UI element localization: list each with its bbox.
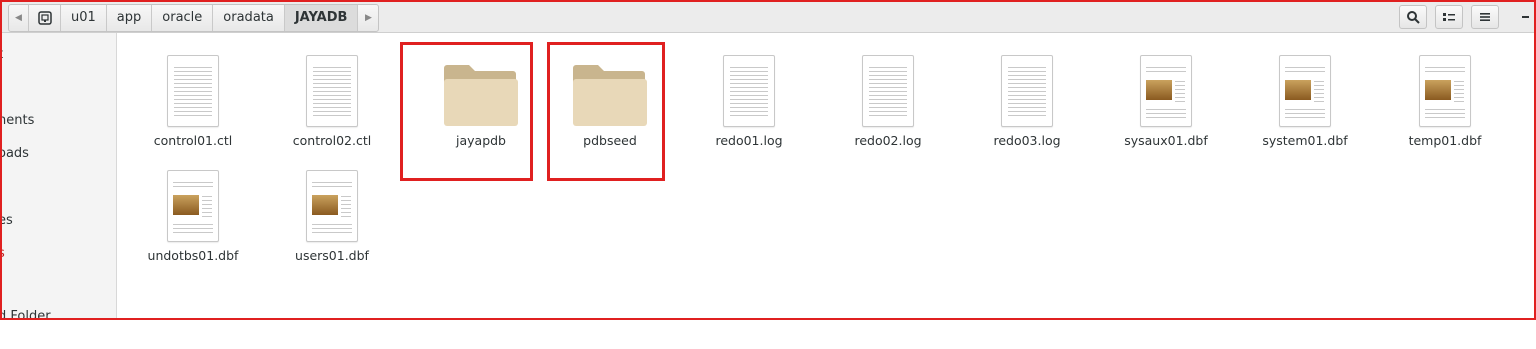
file-name: undotbs01.dbf xyxy=(147,248,239,263)
text-document-icon xyxy=(862,55,914,127)
file-name: redo01.log xyxy=(715,133,783,148)
file-item[interactable]: redo01.log xyxy=(679,43,819,148)
file-name: users01.dbf xyxy=(295,248,369,263)
breadcrumb-jayadb[interactable]: JAYADB xyxy=(284,5,359,31)
sidebar-item-trash[interactable]: s xyxy=(2,246,5,261)
folder-item[interactable]: pdbseed xyxy=(540,43,680,148)
search-icon xyxy=(1407,11,1420,24)
folder-name: pdbseed xyxy=(583,133,637,148)
left-arrow-icon[interactable]: ◀ xyxy=(9,5,29,31)
breadcrumb-oracle[interactable]: oracle xyxy=(152,5,214,31)
file-item[interactable]: undotbs01.dbf xyxy=(123,158,263,263)
text-document-icon xyxy=(306,55,358,127)
sidebar-item-documents[interactable]: nents xyxy=(2,113,34,128)
file-item[interactable]: control01.ctl xyxy=(123,43,263,148)
file-item[interactable]: control02.ctl xyxy=(262,43,402,148)
image-document-icon xyxy=(1279,55,1331,127)
header-bar: ◀ u01 app oracle oradata JAYADB ▶ xyxy=(2,2,1534,33)
file-name: sysaux01.dbf xyxy=(1124,133,1208,148)
image-document-icon xyxy=(1140,55,1192,127)
view-options-button[interactable] xyxy=(1435,5,1463,29)
file-name: control02.ctl xyxy=(292,133,372,148)
sidebar-item-other-locations[interactable]: d Folder xyxy=(2,309,51,318)
menu-button[interactable] xyxy=(1471,5,1499,29)
breadcrumb-app[interactable]: app xyxy=(107,5,153,31)
view-options-icon xyxy=(1443,13,1455,21)
breadcrumb: ◀ u01 app oracle oradata JAYADB ▶ xyxy=(8,4,380,32)
text-document-icon xyxy=(167,55,219,127)
hamburger-menu-icon xyxy=(1480,13,1490,21)
file-name: system01.dbf xyxy=(1262,133,1348,148)
file-item[interactable]: sysaux01.dbf xyxy=(1096,43,1236,148)
search-button[interactable] xyxy=(1399,5,1427,29)
minimize-icon[interactable] xyxy=(1522,16,1529,18)
folder-item[interactable]: jayapdb xyxy=(411,43,551,148)
image-document-icon xyxy=(306,170,358,242)
right-arrow-icon[interactable]: ▶ xyxy=(358,5,378,31)
breadcrumb-u01[interactable]: u01 xyxy=(61,5,107,31)
sidebar-item-videos[interactable]: es xyxy=(2,213,13,228)
folder-icon xyxy=(444,65,518,126)
text-document-icon xyxy=(1001,55,1053,127)
sidebar-item-downloads[interactable]: oads xyxy=(2,146,29,161)
file-item[interactable]: redo02.log xyxy=(818,43,958,148)
file-name: redo03.log xyxy=(993,133,1061,148)
scrollbar[interactable] xyxy=(1522,69,1528,349)
file-item[interactable]: system01.dbf xyxy=(1235,43,1375,148)
image-document-icon xyxy=(1419,55,1471,127)
file-grid: control01.ctl control02.ctl jayapdb pdbs… xyxy=(117,33,1532,318)
sidebar-item[interactable]: t xyxy=(2,47,3,62)
file-item[interactable]: temp01.dbf xyxy=(1375,43,1515,148)
folder-name: jayapdb xyxy=(456,133,506,148)
file-name: control01.ctl xyxy=(153,133,233,148)
file-name: temp01.dbf xyxy=(1408,133,1482,148)
sidebar: t nents oads es s d Folder xyxy=(2,33,117,318)
file-item[interactable]: users01.dbf xyxy=(262,158,402,263)
text-document-icon xyxy=(723,55,775,127)
file-item[interactable]: redo03.log xyxy=(957,43,1097,148)
file-name: redo02.log xyxy=(854,133,922,148)
root-drive-icon[interactable] xyxy=(29,5,61,31)
breadcrumb-oradata[interactable]: oradata xyxy=(213,5,285,31)
image-document-icon xyxy=(167,170,219,242)
folder-icon xyxy=(573,65,647,126)
